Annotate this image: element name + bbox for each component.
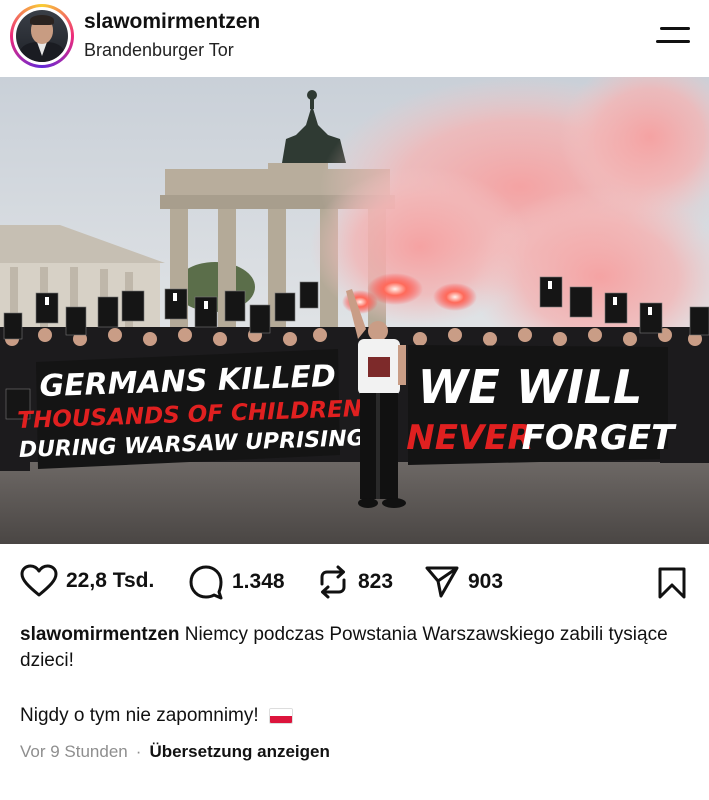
- post-time: Vor 9 Stunden: [20, 742, 128, 761]
- save-button[interactable]: [657, 566, 687, 605]
- post-username[interactable]: slawomirmentzen: [84, 10, 260, 34]
- banner-right-white: FORGET: [522, 418, 677, 458]
- heart-icon: [20, 564, 58, 597]
- repost-button[interactable]: 823: [316, 564, 393, 600]
- banner-right: WE WILL NEVER FORGET: [406, 345, 677, 465]
- post-caption: slawomirmentzen Niemcy podczas Powstania…: [20, 622, 690, 674]
- comment-button[interactable]: 1.348: [188, 564, 285, 600]
- menu-icon[interactable]: [656, 26, 690, 46]
- caption-line2-text: Nigdy o tym nie zapomnimy!: [20, 705, 259, 726]
- post-photo[interactable]: GERMANS KILLED THOUSANDS OF CHILDREN DUR…: [0, 77, 709, 544]
- comment-icon: [189, 565, 223, 600]
- banner-right-red: NEVER: [406, 418, 533, 458]
- meta-separator: ·: [135, 742, 142, 761]
- share-button[interactable]: 903: [424, 564, 503, 600]
- like-count: 22,8 Tsd.: [66, 569, 155, 592]
- poland-flag-icon: [268, 708, 293, 724]
- banner-left: GERMANS KILLED THOUSANDS OF CHILDREN DUR…: [17, 349, 365, 469]
- caption-username[interactable]: slawomirmentzen: [20, 624, 179, 645]
- post-meta: Vor 9 Stunden · Übersetzung anzeigen: [20, 742, 330, 762]
- like-button[interactable]: 22,8 Tsd.: [20, 564, 154, 598]
- avatar[interactable]: [10, 4, 74, 68]
- repost-icon: [320, 565, 346, 599]
- action-bar: 22,8 Tsd. 1.348 823 903: [0, 556, 709, 608]
- share-count: 903: [468, 570, 504, 593]
- share-icon: [425, 566, 459, 598]
- banner-right-line1: WE WILL: [418, 360, 643, 414]
- comment-count: 1.348: [232, 570, 285, 593]
- photo-scene: GERMANS KILLED THOUSANDS OF CHILDREN DUR…: [0, 77, 709, 544]
- caption-line2: Nigdy o tym nie zapomnimy!: [20, 705, 293, 727]
- post-location[interactable]: Brandenburger Tor: [84, 40, 234, 61]
- bookmark-icon: [658, 567, 686, 599]
- repost-count: 823: [358, 570, 394, 593]
- translate-link[interactable]: Übersetzung anzeigen: [149, 742, 329, 762]
- post-header: slawomirmentzen Brandenburger Tor: [0, 0, 709, 76]
